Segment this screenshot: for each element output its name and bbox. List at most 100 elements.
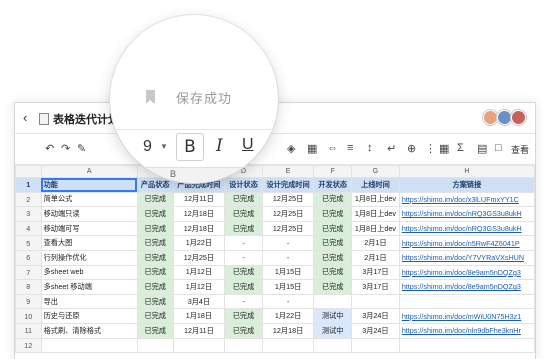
cell-product-date[interactable]: 3月4日 bbox=[172, 293, 226, 310]
column-header-h[interactable]: H bbox=[398, 165, 535, 178]
header-cell[interactable]: 方案链接 bbox=[398, 177, 535, 193]
row-number[interactable]: 4 bbox=[15, 220, 42, 237]
row-number[interactable]: 2 bbox=[15, 191, 42, 208]
cell-product-date[interactable]: 1月12日 bbox=[172, 264, 226, 281]
cell-feature[interactable] bbox=[40, 337, 138, 354]
cell-design-status[interactable]: 已完成 bbox=[224, 322, 263, 339]
cell-launch-date[interactable]: 3月17日 bbox=[351, 279, 400, 295]
cell-link[interactable] bbox=[398, 293, 535, 310]
cell-product-status[interactable] bbox=[136, 337, 174, 354]
cell-design-date[interactable]: 12月25日 bbox=[261, 206, 315, 222]
cell-product-date[interactable]: 12月25日 bbox=[172, 249, 226, 266]
underline-button[interactable]: U bbox=[242, 136, 254, 154]
cell-dev-status[interactable]: 已完成 bbox=[313, 264, 352, 281]
format-painter-icon[interactable]: ✎ bbox=[77, 142, 86, 155]
bold-button[interactable]: B bbox=[176, 133, 204, 161]
cell-product-status[interactable]: 已完成 bbox=[136, 322, 174, 339]
undo-icon[interactable]: ↶ bbox=[45, 142, 54, 155]
row-number[interactable]: 7 bbox=[15, 264, 42, 281]
select-all-corner[interactable] bbox=[15, 165, 42, 178]
cell-dev-status[interactable]: 测试中 bbox=[313, 322, 352, 339]
cell-feature[interactable]: 多sheet 移动端 bbox=[40, 279, 138, 295]
cell-dev-status[interactable]: 已完成 bbox=[313, 279, 352, 295]
merge-cells-icon[interactable]: ⇔ bbox=[327, 142, 338, 154]
cell-link[interactable]: https://shimo.im/doc/8e9am5nDQZg3 bbox=[398, 279, 535, 295]
cell-product-date[interactable]: 12月11日 bbox=[172, 322, 226, 339]
row-number[interactable]: 9 bbox=[15, 293, 42, 310]
cell-launch-date[interactable]: 1月8日上dev bbox=[351, 206, 400, 222]
cell-link[interactable]: https://shimo.im/doc/nRQ3GS3u8ukH bbox=[398, 220, 535, 237]
row-number[interactable]: 11 bbox=[15, 322, 42, 339]
cell-dev-status[interactable]: 已完成 bbox=[313, 191, 352, 208]
cell-dev-status[interactable]: 已完成 bbox=[313, 249, 352, 266]
cell-product-status[interactable]: 已完成 bbox=[136, 249, 174, 266]
row-number[interactable]: 1 bbox=[15, 177, 42, 193]
cell-launch-date[interactable]: 3月24日 bbox=[351, 308, 400, 324]
cell-design-status[interactable] bbox=[224, 337, 263, 354]
cell-product-status[interactable]: 已完成 bbox=[136, 279, 174, 295]
cell-product-status[interactable]: 已完成 bbox=[136, 308, 174, 324]
row-number[interactable]: 12 bbox=[15, 337, 42, 354]
cell-link[interactable]: https://shimo.im/doc/n5RwF4Z6041P bbox=[398, 235, 535, 251]
cell-dev-status[interactable] bbox=[313, 293, 352, 310]
cell-feature[interactable]: 移动端可写 bbox=[40, 220, 138, 237]
comment-icon[interactable]: ▤ bbox=[477, 142, 487, 155]
cell-product-status[interactable]: 已完成 bbox=[136, 191, 174, 208]
cell-product-status[interactable]: 已完成 bbox=[136, 293, 174, 310]
cell-product-date[interactable]: 12月18日 bbox=[172, 206, 226, 222]
cell-feature[interactable]: 格式刷、清除格式 bbox=[40, 322, 138, 339]
cell-launch-date[interactable]: 3月24日 bbox=[351, 322, 400, 339]
cell-design-date[interactable]: - bbox=[261, 235, 315, 251]
back-chevron-icon[interactable]: ‹ bbox=[23, 110, 27, 125]
align-left-icon[interactable]: ≡ bbox=[347, 142, 353, 154]
avatar[interactable] bbox=[497, 110, 512, 125]
cell-launch-date[interactable]: 1月8日上dev bbox=[351, 191, 400, 208]
cell-product-date[interactable]: 1月12日 bbox=[172, 279, 226, 295]
row-number[interactable]: 10 bbox=[15, 308, 42, 324]
grid-icon[interactable]: ▦ bbox=[439, 142, 449, 155]
cell-launch-date[interactable]: 2月1日 bbox=[351, 235, 400, 251]
cell-feature[interactable]: 移动端只读 bbox=[40, 206, 138, 222]
cell-link[interactable]: https://shimo.im/doc/Y7VYRaVXsHUN bbox=[398, 249, 535, 266]
cell-design-date[interactable]: 12月25日 bbox=[261, 220, 315, 237]
font-size-select[interactable]: 9 bbox=[143, 138, 152, 156]
wrap-text-icon[interactable]: ↵ bbox=[387, 142, 396, 155]
row-number[interactable]: 5 bbox=[15, 235, 42, 251]
avatar[interactable] bbox=[483, 110, 498, 125]
cell-design-status[interactable]: - bbox=[224, 249, 263, 266]
cell-product-status[interactable]: 已完成 bbox=[136, 264, 174, 281]
cell-feature[interactable]: 导出 bbox=[40, 293, 138, 310]
cell-design-date[interactable]: 1月15日 bbox=[261, 279, 315, 295]
cell-product-date[interactable] bbox=[172, 337, 226, 354]
cell-link[interactable]: https://shimo.im/doc/x3lLUFmxYY1C bbox=[398, 191, 535, 208]
vertical-align-icon[interactable]: ↕ bbox=[367, 142, 373, 154]
cell-link[interactable]: https://shimo.im/doc/mWiU0N75H3z1 bbox=[398, 308, 535, 324]
cell-design-date[interactable]: - bbox=[261, 249, 315, 266]
view-button[interactable]: 查看 bbox=[511, 143, 529, 156]
cell-product-date[interactable]: 12月11日 bbox=[172, 191, 226, 208]
cell-dev-status[interactable] bbox=[313, 337, 352, 354]
cell-design-date[interactable]: 1月15日 bbox=[261, 264, 315, 281]
cell-design-date[interactable]: 12月25日 bbox=[261, 191, 315, 208]
cell-dev-status[interactable]: 已完成 bbox=[313, 220, 352, 237]
cell-design-status[interactable]: 已完成 bbox=[224, 279, 263, 295]
cell-feature[interactable]: 简单公式 bbox=[40, 191, 138, 208]
cell-design-status[interactable]: - bbox=[224, 293, 263, 310]
cell-link[interactable]: https://shimo.im/doc/nRQ3GS3u8ukH bbox=[398, 206, 535, 222]
cell-dev-status[interactable]: 已完成 bbox=[313, 235, 352, 251]
cell-design-status[interactable]: 已完成 bbox=[224, 191, 263, 208]
cell-link[interactable]: https://shimo.im/doc/nln9dbFhe3knHr bbox=[398, 322, 535, 339]
cell-feature[interactable]: 多sheet web bbox=[40, 264, 138, 281]
cell-design-date[interactable]: 12月18日 bbox=[261, 322, 315, 339]
cell-design-status[interactable]: 已完成 bbox=[224, 308, 263, 324]
header-cell[interactable]: 开发状态 bbox=[313, 177, 352, 193]
cell-feature[interactable]: 行列操作优化 bbox=[40, 249, 138, 266]
italic-button[interactable]: I bbox=[216, 136, 223, 156]
filter-icon[interactable]: ⊕ bbox=[407, 142, 416, 155]
cell-product-date[interactable]: 12月18日 bbox=[172, 220, 226, 237]
freeze-icon[interactable]: ⋮ bbox=[425, 142, 436, 155]
cell-feature[interactable]: 历史与还原 bbox=[40, 308, 138, 324]
cell-dev-status[interactable]: 测试中 bbox=[313, 308, 352, 324]
document-title[interactable]: 表格迭代计划 bbox=[53, 111, 119, 127]
cell-product-status[interactable]: 已完成 bbox=[136, 206, 174, 222]
